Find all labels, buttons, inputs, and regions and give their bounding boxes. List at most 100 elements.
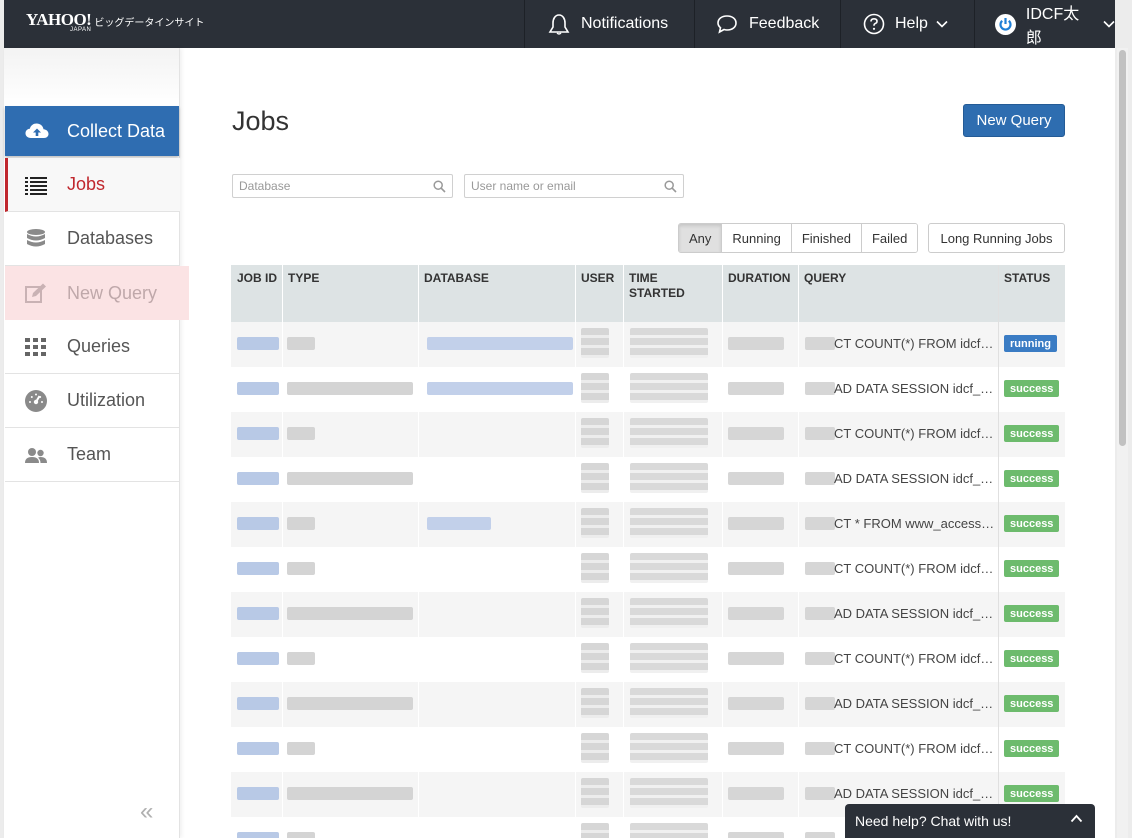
table-row[interactable]: AD DATA SESSION idcf_… success xyxy=(231,682,1065,727)
user-menu[interactable]: IDCF太郎 xyxy=(974,0,1115,48)
job-duration xyxy=(728,832,784,838)
job-time-started xyxy=(630,688,708,718)
col-job-id[interactable]: JOB ID xyxy=(237,271,277,286)
table-row[interactable]: CT * FROM www_access… success xyxy=(231,502,1065,547)
sidebar-item-queries[interactable]: Queries xyxy=(5,320,180,374)
table-row[interactable]: AD DATA SESSION idcf_… success xyxy=(231,367,1065,412)
sidebar-item-databases[interactable]: Databases xyxy=(5,212,180,266)
job-id-link[interactable] xyxy=(237,742,279,755)
job-time-started xyxy=(630,553,708,583)
status-filter: Any Running Finished Failed xyxy=(678,223,919,253)
job-query: CT * FROM www_access… xyxy=(834,516,995,531)
job-query: AD DATA SESSION idcf_… xyxy=(834,696,994,711)
job-query: CT COUNT(*) FROM idcf… xyxy=(834,561,994,576)
job-type xyxy=(287,787,413,800)
job-time-started xyxy=(630,328,708,358)
chat-widget[interactable]: Need help? Chat with us! xyxy=(845,804,1095,838)
help-menu[interactable]: Help xyxy=(840,0,974,48)
job-id-link[interactable] xyxy=(237,337,279,350)
col-database[interactable]: DATABASE xyxy=(424,271,489,286)
query-prefix xyxy=(805,697,835,710)
search-icon[interactable] xyxy=(664,179,677,193)
new-query-button[interactable]: New Query xyxy=(963,104,1065,137)
status-badge: success xyxy=(1004,785,1060,802)
status-badge: success xyxy=(1004,515,1060,532)
sidebar-item-utilization[interactable]: Utilization xyxy=(5,374,180,428)
feedback-menu[interactable]: Feedback xyxy=(694,0,840,48)
long-running-jobs-button[interactable]: Long Running Jobs xyxy=(928,223,1065,253)
scrollbar-thumb[interactable] xyxy=(1119,50,1126,446)
job-type xyxy=(287,562,315,575)
col-query[interactable]: QUERY xyxy=(804,271,846,286)
job-duration xyxy=(728,562,784,575)
collapse-sidebar-button[interactable]: « xyxy=(140,798,153,826)
sidebar-header xyxy=(4,48,179,106)
job-user xyxy=(581,598,609,628)
database-link[interactable] xyxy=(427,337,573,350)
job-user xyxy=(581,553,609,583)
col-user[interactable]: USER xyxy=(581,271,614,286)
page-scrollbar[interactable] xyxy=(1117,48,1128,838)
job-type xyxy=(287,427,315,440)
query-prefix xyxy=(805,652,835,665)
database-search-input[interactable] xyxy=(239,179,433,193)
sidebar-item-label: Utilization xyxy=(67,390,146,410)
job-id-link[interactable] xyxy=(237,382,279,395)
help-label: Help xyxy=(895,15,928,32)
col-type[interactable]: TYPE xyxy=(288,271,319,286)
job-user xyxy=(581,823,609,838)
query-prefix xyxy=(805,607,835,620)
yahoo-japan-label: JAPAN xyxy=(70,27,92,33)
brand[interactable]: YAHOO! JAPAN ビッグデータインサイト xyxy=(26,11,205,33)
database-link[interactable] xyxy=(427,517,491,530)
job-id-link[interactable] xyxy=(237,562,279,575)
job-duration xyxy=(728,472,784,485)
table-row[interactable]: CT COUNT(*) FROM idcf… success xyxy=(231,547,1065,592)
feedback-label: Feedback xyxy=(749,15,820,32)
user-search-input[interactable] xyxy=(471,179,664,193)
database-link[interactable] xyxy=(427,382,573,395)
table-row[interactable]: AD DATA SESSION idcf_… success xyxy=(231,592,1065,637)
query-prefix xyxy=(805,337,835,350)
col-status[interactable]: STATUS xyxy=(1004,271,1050,286)
filter-failed[interactable]: Failed xyxy=(860,224,918,252)
job-duration xyxy=(728,517,784,530)
table-row[interactable]: CT COUNT(*) FROM idcf… success xyxy=(231,727,1065,772)
status-badge: success xyxy=(1004,740,1060,757)
notifications-menu[interactable]: Notifications xyxy=(524,0,694,48)
job-id-link[interactable] xyxy=(237,427,279,440)
col-duration[interactable]: DURATION xyxy=(728,271,790,286)
table-row[interactable]: CT COUNT(*) FROM idcf… success xyxy=(231,412,1065,457)
job-duration xyxy=(728,607,784,620)
brand-subtitle: ビッグデータインサイト xyxy=(94,18,205,29)
search-icon[interactable] xyxy=(433,179,446,193)
chevron-up-icon[interactable] xyxy=(1070,814,1083,823)
job-id-link[interactable] xyxy=(237,472,279,485)
job-id-link[interactable] xyxy=(237,607,279,620)
table-row[interactable]: CT COUNT(*) FROM idcf… success xyxy=(231,637,1065,682)
job-id-link[interactable] xyxy=(237,697,279,710)
table-header: JOB ID TYPE DATABASE USER TIME STARTED DU… xyxy=(231,265,1065,322)
column-divider xyxy=(282,265,283,838)
sidebar-item-new-query[interactable]: New Query xyxy=(5,266,189,320)
job-id-link[interactable] xyxy=(237,517,279,530)
query-prefix xyxy=(805,562,835,575)
table-row[interactable]: AD DATA SESSION idcf_… success xyxy=(231,457,1065,502)
job-duration xyxy=(728,697,784,710)
sidebar-item-team[interactable]: Team xyxy=(5,428,180,482)
job-id-link[interactable] xyxy=(237,652,279,665)
list-icon xyxy=(25,176,47,195)
status-badge: success xyxy=(1004,470,1060,487)
column-divider xyxy=(798,265,799,838)
query-prefix xyxy=(805,382,835,395)
status-badge: success xyxy=(1004,650,1060,667)
col-time-started[interactable]: TIME STARTED xyxy=(629,271,685,301)
collect-data-button[interactable]: Collect Data xyxy=(5,106,179,156)
job-id-link[interactable] xyxy=(237,787,279,800)
filter-finished[interactable]: Finished xyxy=(790,224,861,252)
table-row[interactable]: CT COUNT(*) FROM idcf… running xyxy=(231,322,1065,367)
sidebar-item-jobs[interactable]: Jobs xyxy=(5,158,180,212)
filter-running[interactable]: Running xyxy=(721,224,791,252)
job-id-link[interactable] xyxy=(237,832,279,838)
filter-any[interactable]: Any xyxy=(679,224,722,252)
